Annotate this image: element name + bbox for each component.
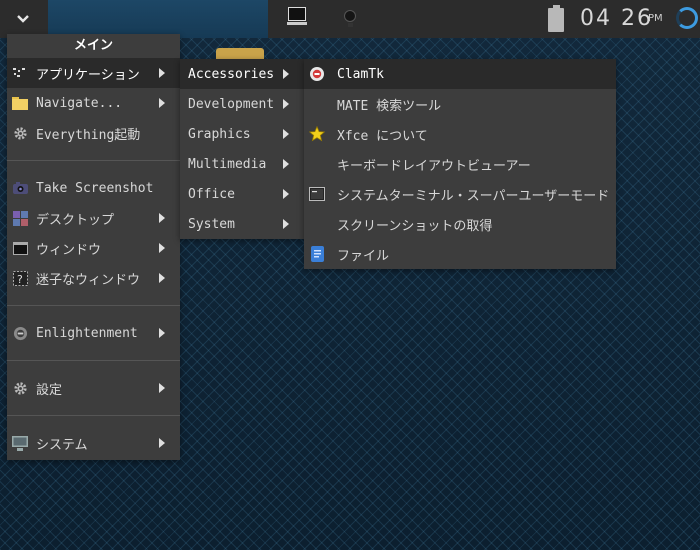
submenu-arrow-icon <box>283 99 289 109</box>
menu-item-settings[interactable]: 設定 <box>7 373 180 403</box>
menu-item-label: Take Screenshot <box>36 180 154 196</box>
app-item-mate-search[interactable]: MATE 検索ツール <box>304 89 616 119</box>
camera-icon <box>12 180 28 196</box>
menu-item-label: Everything起動 <box>36 127 141 143</box>
menu-item-everything[interactable]: Everything起動 <box>7 118 180 148</box>
menu-item-window[interactable]: ウィンドウ <box>7 233 180 263</box>
menu-item-applications[interactable]: アプリケーション <box>7 58 180 88</box>
submenu-arrow-icon <box>283 219 289 229</box>
window-icon <box>12 240 28 256</box>
app-item-about-xfce[interactable]: Xfce について <box>304 119 616 149</box>
main-menu-title: メイン <box>73 38 113 53</box>
submenu-arrow-icon <box>159 243 165 253</box>
menu-item-lost-windows[interactable]: ? 迷子なウィンドウ <box>7 263 180 293</box>
menu-separator <box>7 403 180 428</box>
submenu-arrow-icon <box>159 383 165 393</box>
submenu-item-office[interactable]: Office <box>180 179 304 209</box>
clock-ampm: PM <box>648 13 663 24</box>
submenu-arrow-icon <box>159 213 165 223</box>
start-menu-button[interactable] <box>0 0 46 38</box>
submenu-item-accessories[interactable]: Accessories <box>180 59 304 89</box>
submenu-item-development[interactable]: Development <box>180 89 304 119</box>
menu-item-desktop[interactable]: デスクトップ <box>7 203 180 233</box>
top-shelf: 04 26 PM <box>0 0 700 38</box>
lost-window-icon: ? <box>12 270 28 286</box>
menu-item-take-screenshot[interactable]: Take Screenshot <box>7 173 180 203</box>
submenu-arrow-icon <box>159 68 165 78</box>
menu-item-label: ClamTk <box>337 66 384 82</box>
clock-time[interactable]: 04 26 <box>580 6 653 31</box>
lightbulb-icon[interactable] <box>344 10 356 28</box>
menu-item-label: キーボードレイアウトビューアー <box>337 158 531 174</box>
submenu-arrow-icon <box>283 189 289 199</box>
app-item-files[interactable]: ファイル <box>304 239 616 269</box>
menu-separator <box>7 148 180 173</box>
desktop-pager[interactable] <box>48 0 268 38</box>
app-item-root-terminal[interactable]: システムターミナル・スーパーユーザーモード <box>304 179 616 209</box>
apps-icon <box>12 65 28 81</box>
app-item-clamtk[interactable]: ClamTk <box>304 59 616 89</box>
menu-item-label: Xfce について <box>337 128 428 144</box>
menu-item-label: システムターミナル・スーパーユーザーモード <box>337 188 610 204</box>
submenu-item-multimedia[interactable]: Multimedia <box>180 149 304 179</box>
submenu-item-system[interactable]: System <box>180 209 304 239</box>
submenu-arrow-icon <box>283 69 289 79</box>
app-item-keyboard-layout-viewer[interactable]: キーボードレイアウトビューアー <box>304 149 616 179</box>
battery-icon[interactable] <box>548 5 564 32</box>
menu-separator <box>7 348 180 373</box>
main-menu: メイン アプリケーション Navigate... Everything起動 Ta… <box>7 34 180 460</box>
submenu-arrow-icon <box>283 159 289 169</box>
submenu-arrow-icon <box>159 273 165 283</box>
menu-item-label: ファイル <box>337 248 390 264</box>
menu-item-navigate[interactable]: Navigate... <box>7 88 180 118</box>
desktop-icon <box>12 210 28 226</box>
clock-dial-icon[interactable] <box>676 7 698 29</box>
applications-submenu: Accessories Development Graphics Multime… <box>180 59 304 239</box>
submenu-arrow-icon <box>283 129 289 139</box>
submenu-arrow-icon <box>159 438 165 448</box>
submenu-arrow-icon <box>159 98 165 108</box>
svg-text:?: ? <box>17 273 23 286</box>
accessories-submenu: ClamTk MATE 検索ツール Xfce について キーボードレイアウトビュ… <box>304 59 616 269</box>
clamtk-icon <box>309 66 325 82</box>
menu-item-enlightenment[interactable]: Enlightenment <box>7 318 180 348</box>
app-item-take-screenshot[interactable]: スクリーンショットの取得 <box>304 209 616 239</box>
enlightenment-icon <box>12 325 28 341</box>
submenu-item-graphics[interactable]: Graphics <box>180 119 304 149</box>
menu-item-system[interactable]: システム <box>7 428 180 458</box>
menu-item-label: スクリーンショットの取得 <box>337 218 493 234</box>
folder-icon <box>12 95 28 111</box>
gear-icon <box>12 125 28 141</box>
settings-gear-icon <box>12 380 28 396</box>
menu-item-label: MATE 検索ツール <box>337 98 442 114</box>
chevron-down-icon <box>17 15 29 23</box>
star-icon <box>309 126 325 142</box>
menu-separator <box>7 293 180 318</box>
file-icon <box>309 246 325 262</box>
terminal-launcher-icon[interactable] <box>287 7 307 25</box>
submenu-arrow-icon <box>159 328 165 338</box>
terminal-icon <box>309 186 325 202</box>
computer-icon <box>12 435 28 451</box>
